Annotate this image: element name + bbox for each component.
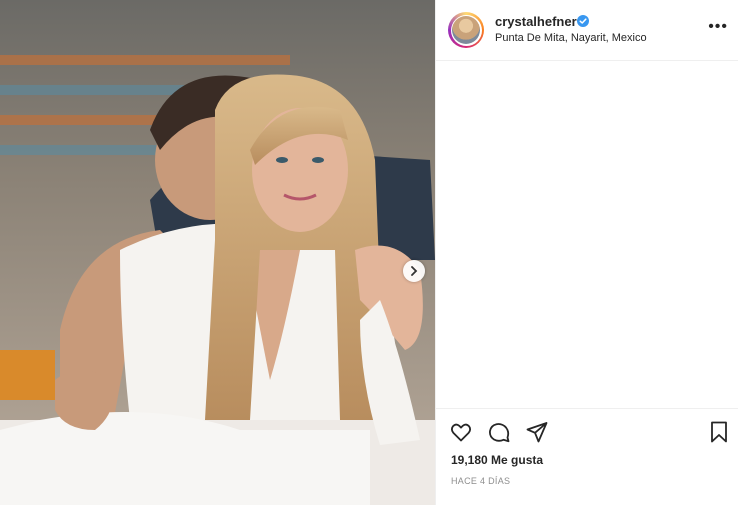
post-timestamp[interactable]: HACE 4 DÍAS bbox=[451, 476, 510, 486]
avatar[interactable] bbox=[448, 12, 484, 48]
username-link[interactable]: crystalhefner bbox=[495, 14, 577, 29]
post-actions: 19,180 Me gusta HACE 4 DÍAS bbox=[436, 408, 738, 505]
avatar-ring bbox=[450, 14, 482, 46]
send-icon bbox=[526, 422, 548, 443]
likes-count[interactable]: 19,180 Me gusta bbox=[451, 453, 543, 467]
post-header: crystalhefner Punta De Mita, Nayarit, Me… bbox=[436, 0, 738, 61]
bookmark-icon bbox=[711, 421, 727, 443]
post-sidebar: crystalhefner Punta De Mita, Nayarit, Me… bbox=[435, 0, 738, 505]
next-photo-button[interactable] bbox=[403, 260, 425, 282]
verified-badge-icon bbox=[577, 15, 589, 27]
post-photo[interactable] bbox=[0, 0, 435, 505]
heart-icon bbox=[450, 423, 472, 442]
like-button[interactable] bbox=[449, 420, 473, 444]
more-options-button[interactable]: ••• bbox=[708, 19, 728, 35]
comment-button[interactable] bbox=[487, 420, 511, 444]
location-link[interactable]: Punta De Mita, Nayarit, Mexico bbox=[495, 32, 647, 44]
avatar-image bbox=[452, 16, 480, 44]
comment-icon bbox=[489, 423, 510, 443]
share-button[interactable] bbox=[525, 420, 549, 444]
save-button[interactable] bbox=[707, 420, 731, 444]
instagram-post: crystalhefner Punta De Mita, Nayarit, Me… bbox=[0, 0, 738, 505]
chevron-right-icon bbox=[411, 266, 418, 276]
comments-area bbox=[436, 61, 738, 409]
photo-illustration bbox=[0, 0, 435, 505]
